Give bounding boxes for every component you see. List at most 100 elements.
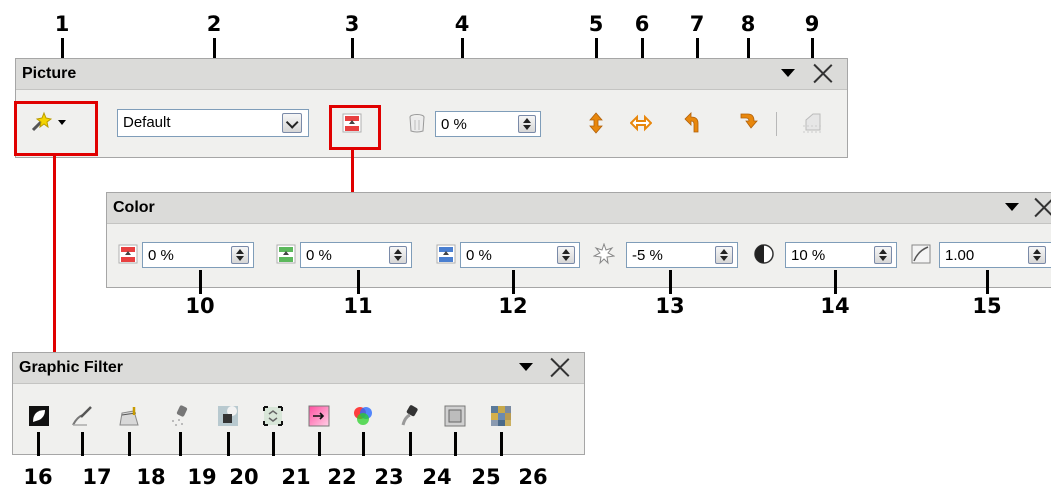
leader-line-14: [834, 270, 837, 294]
leader-line-17: [81, 432, 84, 456]
leader-line-13: [669, 270, 672, 294]
rotate-right-icon[interactable]: [736, 112, 758, 134]
callout-16: 16: [23, 465, 53, 489]
contrast-spin-icon[interactable]: [874, 246, 892, 264]
rotate-left-icon[interactable]: [684, 112, 706, 134]
callout-9: 9: [804, 12, 820, 36]
graphics-mode-select[interactable]: Default: [117, 109, 309, 137]
callout-26: 26: [518, 465, 548, 489]
red-value: 0 %: [148, 247, 174, 264]
leader-line-18: [128, 432, 131, 456]
transparency-spin-icon[interactable]: [518, 115, 536, 133]
blue-spin-icon[interactable]: [557, 246, 575, 264]
callout-7: 7: [689, 12, 705, 36]
gamma-value: 1.00: [945, 247, 975, 264]
filter-link-line: [53, 156, 56, 354]
relief-icon[interactable]: [444, 405, 466, 427]
color-close-icon[interactable]: [1033, 196, 1051, 218]
callout-8: 8: [740, 12, 756, 36]
brightness-field[interactable]: -5 %: [626, 242, 738, 268]
callout-25: 25: [471, 465, 501, 489]
picture-menu-arrow-icon[interactable]: [781, 69, 795, 77]
mosaic-icon[interactable]: [490, 405, 512, 427]
leader-line-23: [362, 432, 365, 456]
toolbar-separator: [776, 112, 777, 136]
solarization-icon[interactable]: [217, 405, 239, 427]
picture-title: Picture: [22, 65, 77, 82]
invert-icon[interactable]: [28, 405, 50, 427]
contrast-field[interactable]: 10 %: [785, 242, 897, 268]
leader-line-26: [500, 432, 503, 456]
brightness-value: -5 %: [632, 247, 663, 264]
callout-12: 12: [498, 294, 528, 318]
pop-art-icon[interactable]: [352, 405, 374, 427]
transparency-icon: [409, 114, 425, 133]
blue-icon: [436, 244, 456, 264]
gamma-field[interactable]: 1.00: [939, 242, 1051, 268]
callout-19: 19: [187, 465, 217, 489]
blue-field[interactable]: 0 %: [460, 242, 580, 268]
smooth-icon[interactable]: [71, 405, 93, 427]
callout-10: 10: [185, 294, 215, 318]
sharpen-icon[interactable]: [118, 405, 140, 427]
callout-2: 2: [206, 12, 222, 36]
green-value: 0 %: [306, 247, 332, 264]
callout-1: 1: [54, 12, 70, 36]
color-menu-arrow-icon[interactable]: [1005, 203, 1019, 211]
color-titlebar[interactable]: Color: [107, 193, 1051, 224]
picture-toolbar: Picture Default 0 %: [15, 58, 848, 158]
blue-value: 0 %: [466, 247, 492, 264]
callout-20: 20: [229, 465, 259, 489]
red-field[interactable]: 0 %: [142, 242, 254, 268]
transparency-field[interactable]: 0 %: [435, 111, 541, 137]
contrast-value: 10 %: [791, 247, 826, 264]
color-toolbar: Color 0 % 0 % 0 % -5 % 10 % 1.00: [106, 192, 1051, 288]
callout-24: 24: [422, 465, 452, 489]
crop-icon[interactable]: [801, 112, 823, 134]
callout-4: 4: [454, 12, 470, 36]
graphic-filter-titlebar[interactable]: Graphic Filter: [13, 353, 584, 384]
graphic-filter-close-icon[interactable]: [549, 356, 571, 378]
callout-17: 17: [82, 465, 112, 489]
leader-line-25: [454, 432, 457, 456]
leader-line-21: [272, 432, 275, 456]
graphics-mode-dropdown-icon[interactable]: [282, 113, 302, 133]
transparency-value: 0 %: [441, 116, 467, 133]
picture-titlebar[interactable]: Picture: [16, 59, 847, 90]
callout-13: 13: [655, 294, 685, 318]
gamma-spin-icon[interactable]: [1028, 246, 1046, 264]
graphics-mode-value: Default: [123, 114, 171, 131]
charcoal-icon[interactable]: [399, 405, 421, 427]
aging-icon[interactable]: [262, 405, 284, 427]
leader-line-24: [409, 432, 412, 456]
green-spin-icon[interactable]: [389, 246, 407, 264]
green-icon: [276, 244, 296, 264]
callout-22: 22: [327, 465, 357, 489]
red-icon: [118, 244, 138, 264]
filter-highlight: [14, 101, 98, 156]
leader-line-11: [357, 270, 360, 294]
callout-11: 11: [343, 294, 373, 318]
brightness-spin-icon[interactable]: [715, 246, 733, 264]
callout-15: 15: [972, 294, 1002, 318]
posterize-icon[interactable]: [308, 405, 330, 427]
picture-close-icon[interactable]: [812, 62, 834, 84]
callout-21: 21: [281, 465, 311, 489]
leader-line-22: [318, 432, 321, 456]
leader-line-12: [512, 270, 515, 294]
callout-14: 14: [820, 294, 850, 318]
flip-vertical-icon[interactable]: [585, 112, 607, 134]
contrast-icon: [754, 244, 774, 264]
callout-23: 23: [374, 465, 404, 489]
callout-18: 18: [136, 465, 166, 489]
color-title: Color: [113, 199, 155, 216]
leader-line-15: [986, 270, 989, 294]
leader-line-16: [37, 432, 40, 456]
red-spin-icon[interactable]: [231, 246, 249, 264]
green-field[interactable]: 0 %: [300, 242, 412, 268]
leader-line-10: [199, 270, 202, 294]
graphic-filter-menu-arrow-icon[interactable]: [519, 363, 533, 371]
remove-noise-icon[interactable]: [169, 405, 191, 427]
callout-5: 5: [588, 12, 604, 36]
flip-horizontal-icon[interactable]: [630, 112, 652, 134]
